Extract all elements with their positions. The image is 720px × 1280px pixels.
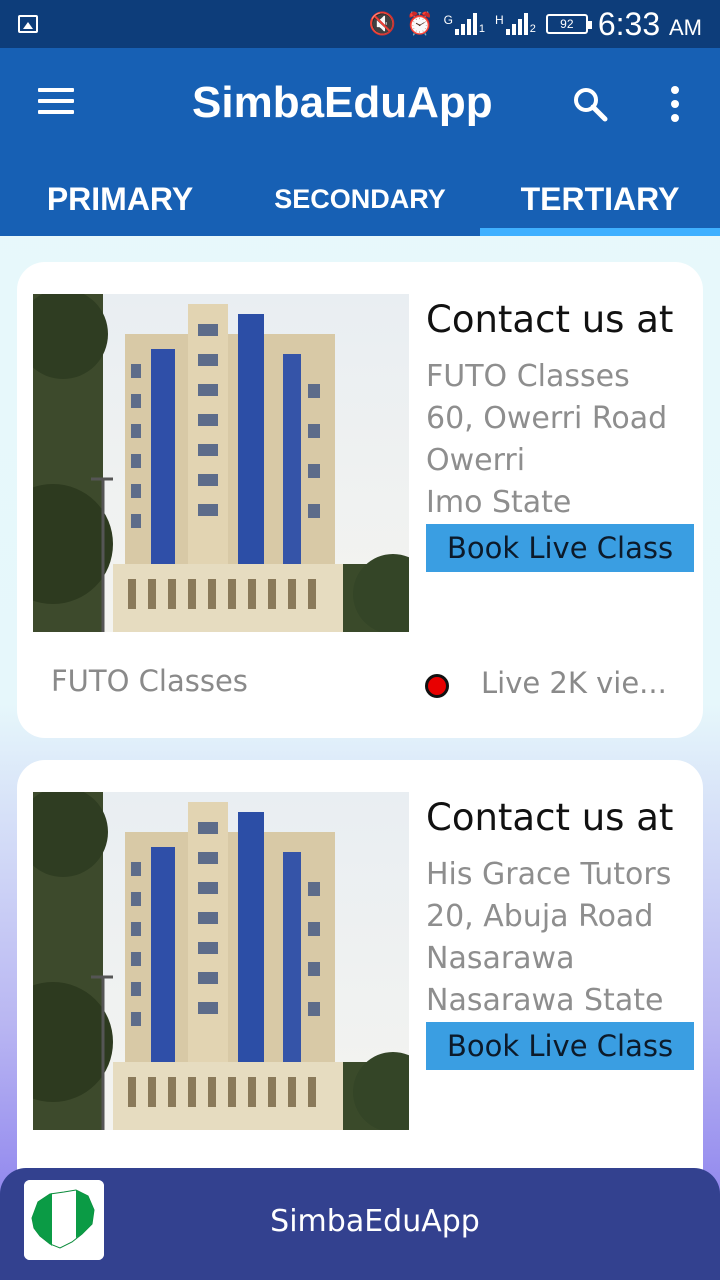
alarm-icon: ⏰ bbox=[406, 11, 434, 36]
contact-address: His Grace Tutors 20, Abuja Road Nasarawa… bbox=[426, 854, 671, 1022]
tab-secondary[interactable]: SECONDARY bbox=[240, 162, 480, 236]
address-line: FUTO Classes bbox=[426, 359, 630, 394]
address-line: Imo State bbox=[426, 485, 572, 520]
sim2-network-label: H bbox=[495, 13, 504, 27]
hamburger-menu-icon[interactable] bbox=[38, 88, 74, 114]
address-line: 60, Owerri Road bbox=[426, 401, 668, 436]
building-image bbox=[33, 294, 409, 632]
tab-primary[interactable]: PRIMARY bbox=[0, 162, 240, 236]
clock-time: 6:33 bbox=[597, 5, 661, 42]
level-tabs: PRIMARY SECONDARY TERTIARY bbox=[0, 162, 720, 236]
status-icons: 🔇 ⏰ G 1 H 2 92 6:33 AM bbox=[369, 6, 702, 43]
sim2-index: 2 bbox=[529, 23, 536, 35]
search-icon[interactable] bbox=[572, 86, 608, 122]
battery-icon: 92 bbox=[545, 14, 592, 34]
clock-ampm: AM bbox=[669, 14, 702, 40]
app-bar: SimbaEduApp bbox=[0, 48, 720, 162]
live-views-text: Live 2K vie... bbox=[481, 666, 667, 700]
battery-level: 92 bbox=[560, 17, 574, 31]
sim1-signal-icon: G 1 bbox=[444, 13, 485, 35]
class-card[interactable]: Contact us at His Grace Tutors 20, Abuja… bbox=[17, 760, 703, 1236]
clock: 6:33 AM bbox=[598, 6, 702, 43]
provider-name: FUTO Classes bbox=[51, 664, 248, 698]
live-indicator-icon bbox=[425, 674, 449, 698]
contact-address: FUTO Classes 60, Owerri Road Owerri Imo … bbox=[426, 356, 667, 524]
class-card[interactable]: Contact us at FUTO Classes 60, Owerri Ro… bbox=[17, 262, 703, 738]
address-line: Nasarawa bbox=[426, 941, 575, 976]
more-vert-icon[interactable] bbox=[670, 86, 680, 122]
bottom-bar: SimbaEduApp bbox=[0, 1168, 720, 1280]
address-line: 20, Abuja Road bbox=[426, 899, 654, 934]
tab-tertiary[interactable]: TERTIARY bbox=[480, 162, 720, 236]
sim1-network-label: G bbox=[443, 13, 453, 27]
address-line: His Grace Tutors bbox=[426, 857, 672, 892]
bottom-app-title: SimbaEduApp bbox=[270, 1204, 480, 1239]
address-line: Nasarawa State bbox=[426, 983, 664, 1018]
building-image bbox=[33, 792, 409, 1130]
address-line: Owerri bbox=[426, 443, 526, 478]
sim1-index: 1 bbox=[478, 23, 486, 35]
book-live-class-button[interactable]: Book Live Class bbox=[426, 524, 694, 572]
contact-heading: Contact us at bbox=[426, 298, 674, 341]
image-icon bbox=[18, 15, 38, 33]
book-live-class-button[interactable]: Book Live Class bbox=[426, 1022, 694, 1070]
app-title: SimbaEduApp bbox=[192, 78, 493, 127]
status-bar: 🔇 ⏰ G 1 H 2 92 6:33 AM bbox=[0, 0, 720, 48]
sim2-signal-icon: H 2 bbox=[495, 13, 536, 35]
mute-icon: 🔇 bbox=[368, 11, 397, 36]
contact-heading: Contact us at bbox=[426, 796, 674, 839]
